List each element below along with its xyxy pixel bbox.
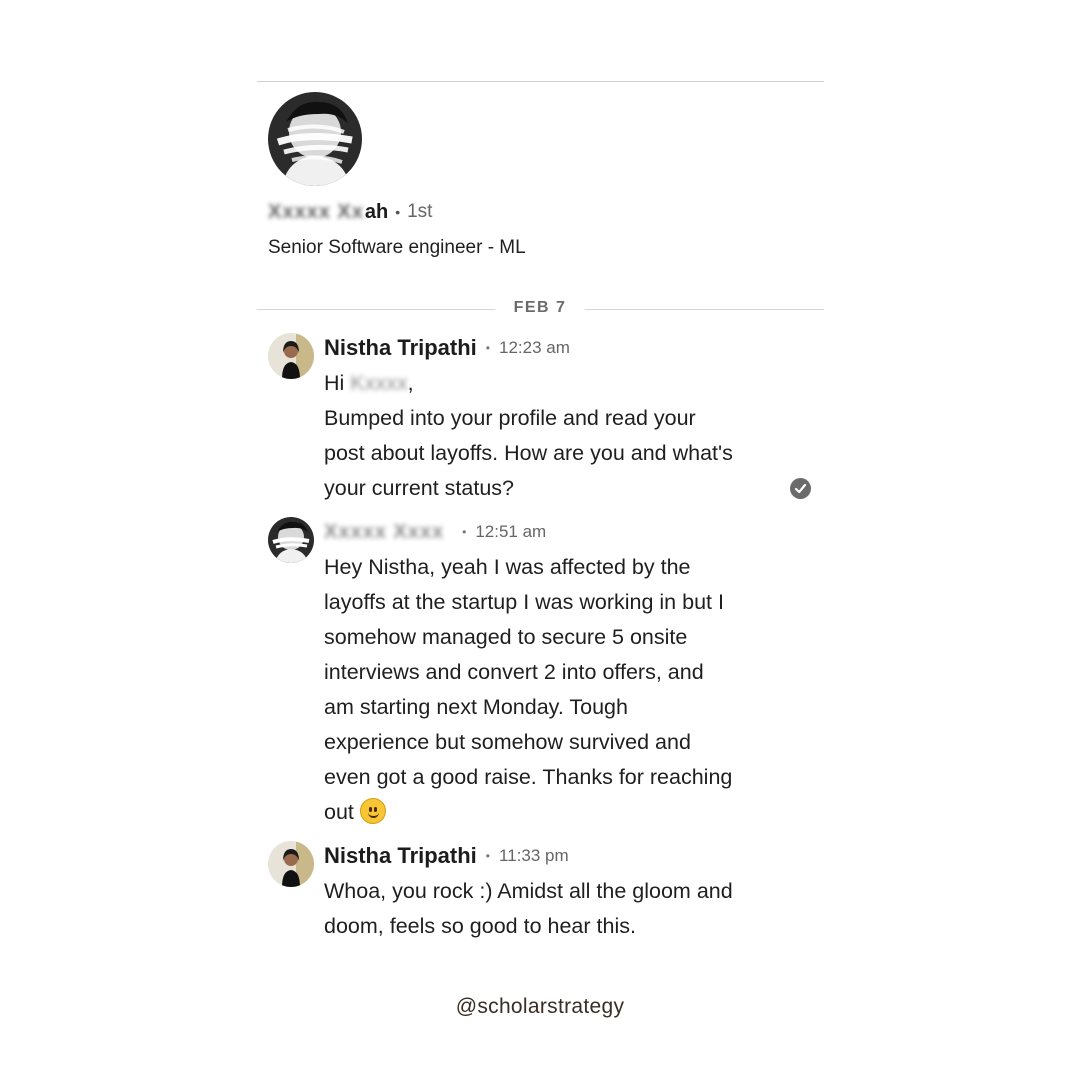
date-label: FEB 7: [513, 299, 567, 316]
connection-degree: 1st: [407, 201, 433, 222]
message-line: even got a good raise. Thanks for reachi…: [324, 765, 733, 789]
message-line: post about layoffs. How are you and what…: [324, 441, 733, 465]
top-divider: [257, 81, 824, 82]
message-header: Xxxxx Xxxx • 12:51 am: [324, 517, 546, 547]
sender-avatar[interactable]: [268, 517, 314, 563]
message-line: Bumped into your profile and read your: [324, 406, 696, 430]
message-line: am starting next Monday. Tough: [324, 695, 628, 719]
sender-avatar[interactable]: [268, 333, 314, 379]
message-body: Hi Kxxxx, Bumped into your profile and r…: [324, 366, 794, 506]
slightly-smiling-face-icon: [359, 798, 386, 824]
message-time: 12:51 am: [475, 522, 547, 541]
message-time: 11:33 pm: [499, 846, 569, 865]
message-time: 12:23 am: [499, 338, 570, 357]
message-item: Nistha Tripathi • 12:23 am Hi Kxxxx, Bum…: [268, 333, 828, 508]
message-item: Xxxxx Xxxx • 12:51 am Hey Nistha, yeah I…: [268, 517, 828, 827]
message-body: Whoa, you rock :) Amidst all the gloom a…: [324, 874, 794, 944]
check-circle-icon: [790, 478, 811, 499]
sender-name[interactable]: Nistha Tripathi: [324, 335, 477, 361]
redacted-sender-name[interactable]: Xxxxx Xxxx: [324, 521, 444, 544]
message-line: interviews and convert 2 into offers, an…: [324, 660, 704, 684]
separator-dot: •: [462, 525, 467, 539]
message-item: Nistha Tripathi • 11:33 pm Whoa, you roc…: [268, 841, 828, 951]
watermark-handle: @scholarstrategy: [455, 995, 625, 1018]
sender-name[interactable]: Nistha Tripathi: [324, 843, 477, 869]
message-line: doom, feels so good to hear this.: [324, 914, 636, 938]
message-line: experience but somehow survived and: [324, 730, 691, 754]
message-line: Whoa, you rock :) Amidst all the gloom a…: [324, 879, 733, 903]
profile-name-fragment: ah: [364, 200, 389, 223]
separator-dot: •: [485, 849, 490, 863]
message-line: out: [324, 795, 794, 830]
message-line: Hi Kxxxx,: [324, 371, 414, 395]
message-header: Nistha Tripathi • 11:33 pm: [324, 841, 569, 871]
message-line: Hey Nistha, yeah I was affected by the: [324, 555, 691, 579]
message-body: Hey Nistha, yeah I was affected by the l…: [324, 550, 794, 830]
profile-name-row: Xxxxx Xx ah • 1st: [268, 198, 432, 226]
message-line: somehow managed to secure 5 onsite: [324, 625, 688, 649]
conversation-page: Xxxxx Xx ah • 1st Senior Software engine…: [0, 0, 1080, 1080]
profile-headline: Senior Software engineer - ML: [268, 237, 526, 258]
message-line: your current status?: [324, 476, 515, 500]
sender-avatar[interactable]: [268, 841, 314, 887]
separator-dot: •: [485, 341, 490, 355]
profile-avatar[interactable]: [268, 92, 362, 186]
redacted-name: Xxxxx Xx: [268, 200, 364, 223]
date-divider: FEB 7: [257, 298, 824, 322]
message-line: layoffs at the startup I was working in …: [324, 590, 724, 614]
message-header: Nistha Tripathi • 12:23 am: [324, 333, 570, 363]
redacted-text: Kxxxx: [350, 371, 408, 395]
separator-dot: •: [395, 204, 401, 220]
